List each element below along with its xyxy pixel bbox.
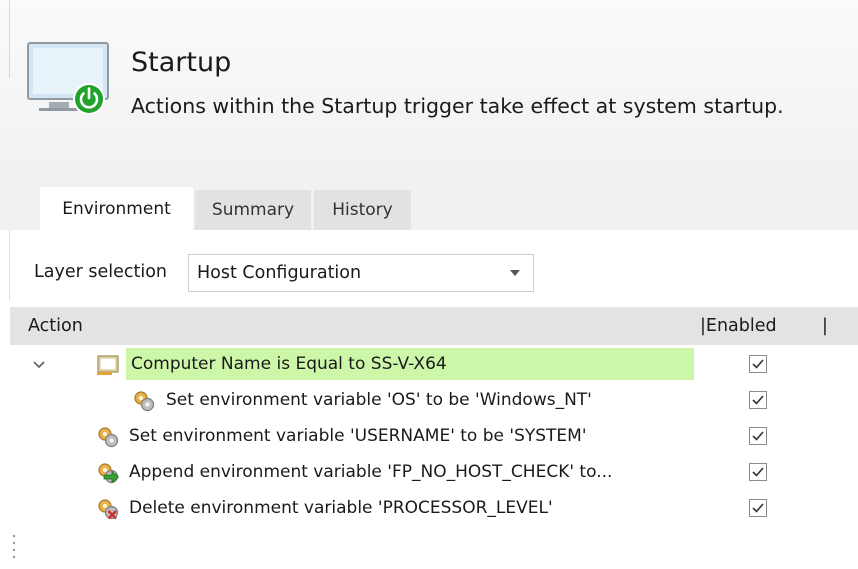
grid-header: Action |Enabled |	[10, 307, 858, 345]
divider	[9, 0, 10, 78]
tab-summary[interactable]: Summary	[195, 190, 311, 230]
layer-selection-dropdown[interactable]: Host Configuration	[188, 254, 534, 292]
row-label: Computer Name is Equal to SS-V-X64	[131, 354, 447, 374]
enabled-checkbox[interactable]	[749, 427, 767, 445]
page-description: Actions within the Startup trigger take …	[131, 94, 784, 118]
gear-set-icon	[98, 427, 119, 448]
column-header-action[interactable]: Action	[28, 316, 83, 336]
gear-set-icon	[134, 391, 155, 412]
table-row[interactable]: Set environment variable 'USERNAME' to b…	[10, 418, 858, 454]
row-label: Append environment variable 'FP_NO_HOST_…	[129, 462, 613, 482]
header	[0, 0, 858, 170]
enabled-checkbox[interactable]	[749, 355, 767, 373]
row-label: Set environment variable 'USERNAME' to b…	[129, 426, 587, 446]
condition-icon	[97, 355, 119, 375]
enabled-checkbox[interactable]	[749, 499, 767, 517]
panel-border	[9, 230, 10, 300]
monitor-power-icon	[27, 42, 109, 115]
chevron-down-icon[interactable]	[32, 358, 46, 370]
table-row[interactable]: Delete environment variable 'PROCESSOR_L…	[10, 490, 858, 526]
table-row[interactable]: Computer Name is Equal to SS-V-X64	[10, 346, 858, 382]
resize-grip-icon[interactable]	[12, 533, 16, 559]
table-row[interactable]: Set environment variable 'OS' to be 'Win…	[10, 382, 858, 418]
enabled-checkbox[interactable]	[749, 463, 767, 481]
column-header-enabled[interactable]: |Enabled	[700, 316, 777, 336]
gear-delete-icon	[98, 499, 119, 520]
row-label: Delete environment variable 'PROCESSOR_L…	[129, 498, 553, 518]
layer-selection-value: Host Configuration	[197, 263, 362, 283]
row-label: Set environment variable 'OS' to be 'Win…	[166, 390, 592, 410]
layer-selection-label: Layer selection	[34, 262, 168, 282]
tab-history[interactable]: History	[314, 190, 411, 230]
check-icon	[752, 395, 764, 405]
check-icon	[752, 467, 764, 477]
check-icon	[752, 359, 764, 369]
enabled-checkbox[interactable]	[749, 391, 767, 409]
check-icon	[752, 431, 764, 441]
table-row[interactable]: Append environment variable 'FP_NO_HOST_…	[10, 454, 858, 490]
column-separator[interactable]: |	[822, 316, 828, 336]
tab-environment[interactable]: Environment	[40, 187, 193, 230]
check-icon	[752, 503, 764, 513]
chevron-down-icon[interactable]	[497, 255, 533, 291]
page-title: Startup	[131, 47, 232, 78]
gear-append-icon	[98, 463, 120, 484]
